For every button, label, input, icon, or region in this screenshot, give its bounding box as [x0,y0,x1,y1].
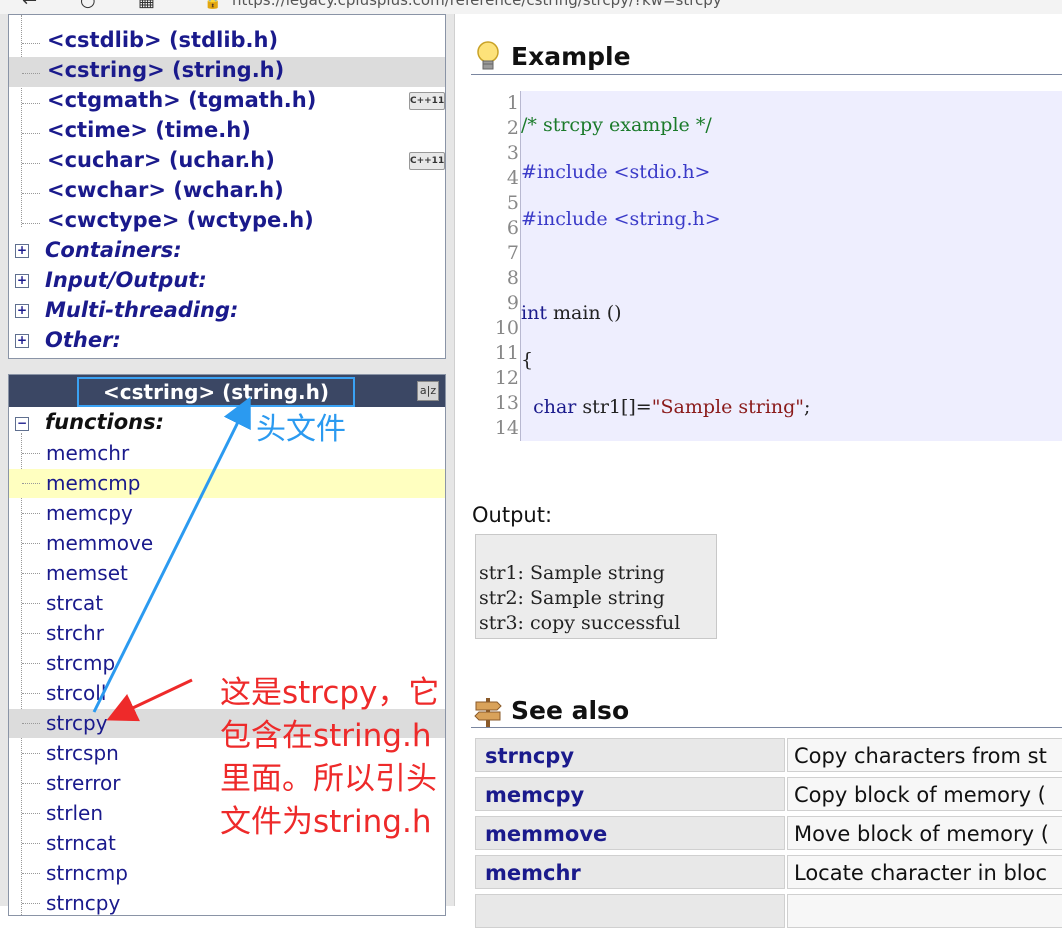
line-numbers: 1 2 3 4 5 6 7 8 9 10 11 12 13 14 [494,92,519,439]
function-item-strncmp[interactable]: strncmp [9,859,445,888]
function-item-memcpy[interactable]: memcpy [9,499,445,528]
function-item-strcat[interactable]: strcat [9,589,445,618]
sort-az-icon[interactable]: a|z [417,381,439,401]
functions-panel-header: <cstring> (string.h) a|z [9,375,445,407]
collapse-icon[interactable]: − [15,417,29,431]
expand-icon[interactable]: + [15,304,29,318]
tree-branch [22,223,40,224]
see-also-title: See also [511,696,630,725]
see-also-desc: Copy block of memory ( [787,777,1062,811]
header-cwchar[interactable]: <cwchar> (wchar.h) [47,178,284,202]
annotation-header-file: 头文件 [256,412,346,447]
back-icon[interactable]: ← [22,0,37,11]
header-cstring[interactable]: <cstring> (string.h) [47,58,284,82]
code-body: /* strcpy example */ #include <stdio.h> … [520,91,1062,441]
library-panel: <cstdlib> (stdlib.h) <cstring> (string.h… [8,14,446,359]
expand-icon[interactable]: + [15,334,29,348]
divider [471,74,1062,75]
refresh-icon[interactable]: ○ [80,0,96,11]
output-line: str2: Sample string [479,587,665,609]
browser-toolbar: ← ○ ▦ 🔒 https://legacy.cplusplus.com/ref… [0,0,1062,15]
output-line: str3: copy successful [479,612,681,634]
see-also-link-memmove[interactable]: memmove [475,816,785,850]
see-also-link-memchr[interactable]: memchr [475,855,785,889]
header-ctgmath[interactable]: <ctgmath> (tgmath.h) [47,88,316,112]
see-also-link-memcpy[interactable]: memcpy [475,777,785,811]
see-also-row: strncpy Copy characters from st [475,738,1062,774]
function-item-memmove[interactable]: memmove [9,529,445,558]
cpp11-badge: C++11 [409,152,445,170]
see-also-desc: Locate character in bloc [787,855,1062,889]
tree-branch [22,43,40,44]
see-also-desc: Copy characters from st [787,738,1062,772]
category-other[interactable]: Other: [45,328,121,352]
function-item-strchr[interactable]: strchr [9,619,445,648]
see-also-link-strncpy[interactable]: strncpy [475,738,785,772]
apps-icon[interactable]: ▦ [138,0,155,11]
see-also-link[interactable] [475,894,785,928]
lock-icon: 🔒 [204,0,222,10]
example-title: Example [511,42,631,71]
tree-branch [22,163,40,164]
category-multi-threading[interactable]: Multi-threading: [45,298,238,322]
header-cstdlib[interactable]: <cstdlib> (stdlib.h) [47,28,278,52]
main-content: Example 1 2 3 4 5 6 7 8 9 10 11 12 13 14 /* strcpy ex… [454,14,1062,928]
header-cwctype[interactable]: <cwctype> (wctype.h) [47,208,314,232]
expand-icon[interactable]: + [15,274,29,288]
function-item-memchr[interactable]: memchr [9,439,445,468]
address-bar[interactable]: https://legacy.cplusplus.com/reference/c… [232,0,722,9]
see-also-row [475,894,1062,930]
code-example: 1 2 3 4 5 6 7 8 9 10 11 12 13 14 /* strcpy example */… [493,91,1062,441]
signpost-icon [474,698,502,728]
tree-branch [22,73,40,74]
category-containers[interactable]: Containers: [45,238,182,262]
output-box: str1: Sample string str2: Sample string … [475,534,717,639]
functions-group-label: functions: [45,410,164,434]
tree-branch [22,193,40,194]
expand-icon[interactable]: + [15,244,29,258]
tree-line [21,15,22,227]
function-item-memset[interactable]: memset [9,559,445,588]
functions-panel-title: <cstring> (string.h) [77,377,355,407]
tree-branch [22,133,40,134]
see-also-row: memchr Locate character in bloc [475,855,1062,891]
function-item-memcmp[interactable]: memcmp [9,469,445,498]
header-ctime[interactable]: <ctime> (time.h) [47,118,251,142]
see-also-desc: Move block of memory ( [787,816,1062,850]
divider [471,727,1062,728]
header-cuchar[interactable]: <cuchar> (uchar.h) [47,148,275,172]
lightbulb-icon [477,41,499,70]
cpp11-badge: C++11 [409,92,445,110]
output-label: Output: [472,503,553,527]
see-also-row: memcpy Copy block of memory ( [475,777,1062,813]
tree-branch [22,103,40,104]
annotation-strcpy-note: 这是strcpy，它包含在string.h里面。所以引头文件为string.h [220,675,440,840]
category-input-output[interactable]: Input/Output: [45,268,207,292]
see-also-desc [787,894,1062,928]
function-item-strncpy[interactable]: strncpy [9,889,445,915]
see-also-row: memmove Move block of memory ( [475,816,1062,852]
output-line: str1: Sample string [479,562,665,584]
